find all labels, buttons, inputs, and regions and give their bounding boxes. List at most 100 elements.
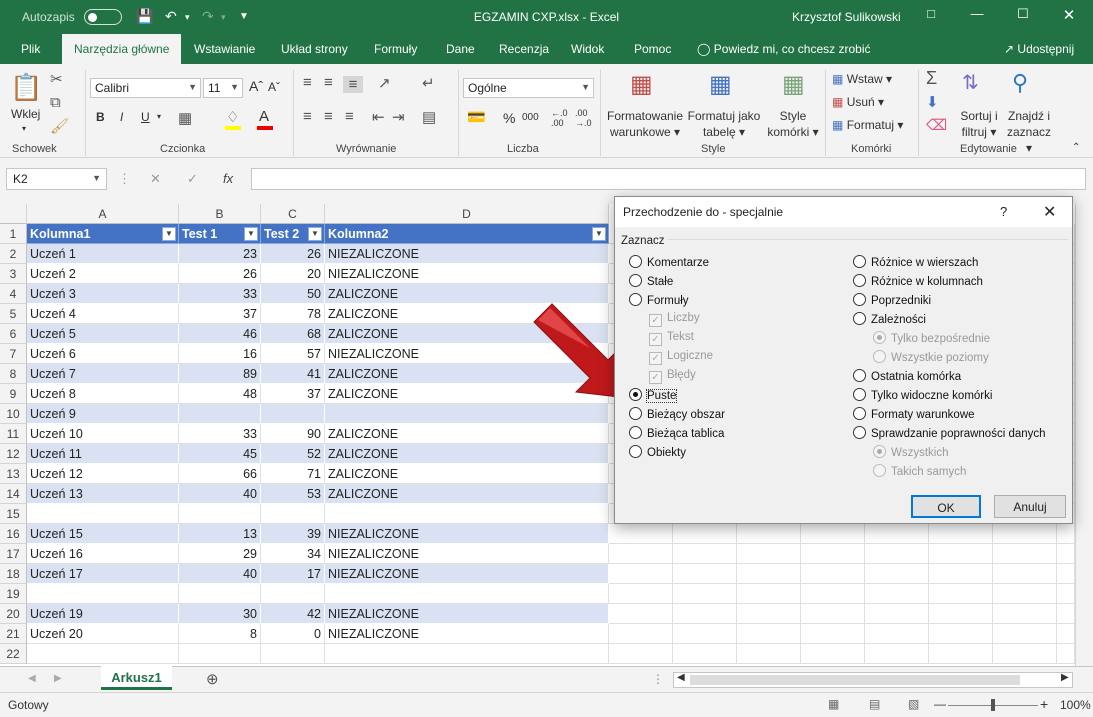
- row-header[interactable]: 3: [0, 264, 27, 284]
- table-cell[interactable]: NIEZALICZONE: [325, 264, 609, 284]
- row-header[interactable]: 4: [0, 284, 27, 304]
- wrap-text-icon[interactable]: ↵: [422, 74, 435, 92]
- clear-icon[interactable]: ⌫: [926, 116, 947, 134]
- table-cell[interactable]: NIEZALICZONE: [325, 244, 609, 264]
- empty-cell[interactable]: [1057, 644, 1075, 664]
- sheet-tab-arkusz1[interactable]: Arkusz1: [101, 666, 172, 690]
- percent-button[interactable]: %: [503, 110, 515, 126]
- cut-icon[interactable]: ✂: [50, 70, 63, 88]
- empty-cell[interactable]: [993, 544, 1057, 564]
- vertical-scrollbar[interactable]: [1075, 204, 1093, 666]
- row-header[interactable]: 9: [0, 384, 27, 404]
- empty-cell[interactable]: [929, 644, 993, 664]
- radio-stałe[interactable]: Stałe: [629, 274, 673, 288]
- empty-cell[interactable]: [929, 624, 993, 644]
- table-cell[interactable]: NIEZALICZONE: [325, 624, 609, 644]
- font-name-select[interactable]: Calibri ▼: [90, 78, 201, 98]
- align-right-icon[interactable]: ≡: [345, 108, 354, 125]
- row-header[interactable]: 20: [0, 604, 27, 624]
- confirm-entry-icon[interactable]: ✓: [187, 171, 198, 187]
- table-cell[interactable]: [261, 584, 325, 604]
- table-cell[interactable]: 45: [179, 444, 261, 464]
- format-painter-icon[interactable]: 🖌: [50, 117, 69, 135]
- table-cell[interactable]: [261, 404, 325, 424]
- empty-cell[interactable]: [801, 604, 865, 624]
- italic-button[interactable]: I: [120, 110, 123, 124]
- align-left-icon[interactable]: ≡: [303, 108, 312, 125]
- table-cell[interactable]: 40: [179, 564, 261, 584]
- row-header[interactable]: 2: [0, 244, 27, 264]
- grow-font-icon[interactable]: Aˆ: [249, 78, 263, 94]
- table-cell[interactable]: Uczeń 9: [27, 404, 179, 424]
- table-cell[interactable]: 33: [179, 424, 261, 444]
- increase-indent-icon[interactable]: ⇥: [392, 108, 405, 126]
- table-cell[interactable]: NIEZALICZONE: [325, 524, 609, 544]
- table-cell[interactable]: 48: [179, 384, 261, 404]
- shrink-font-icon[interactable]: Aˇ: [268, 80, 280, 94]
- table-cell[interactable]: 8: [179, 624, 261, 644]
- tab-help[interactable]: Pomoc: [634, 42, 671, 56]
- row-header[interactable]: 8: [0, 364, 27, 384]
- row-header[interactable]: 11: [0, 424, 27, 444]
- empty-cell[interactable]: [673, 544, 737, 564]
- table-cell[interactable]: ZALICZONE: [325, 424, 609, 444]
- table-cell[interactable]: 20: [261, 264, 325, 284]
- underline-dropdown-icon[interactable]: ▾: [157, 112, 161, 121]
- help-icon[interactable]: ?: [1000, 204, 1007, 219]
- cancel-button[interactable]: Anuluj: [994, 495, 1066, 518]
- column-header[interactable]: D: [325, 204, 609, 224]
- table-cell[interactable]: 34: [261, 544, 325, 564]
- empty-cell[interactable]: [865, 544, 929, 564]
- table-cell[interactable]: 40: [179, 484, 261, 504]
- table-cell[interactable]: 90: [261, 424, 325, 444]
- zoom-slider-thumb[interactable]: [991, 699, 995, 711]
- table-cell[interactable]: 50: [261, 284, 325, 304]
- empty-cell[interactable]: [737, 644, 801, 664]
- empty-cell[interactable]: [609, 604, 673, 624]
- empty-cell[interactable]: [1057, 604, 1075, 624]
- share-button[interactable]: ↗ Udostępnij: [1004, 42, 1074, 56]
- format-cells-button[interactable]: ▦ Formatuj ▾: [832, 118, 903, 132]
- select-all-corner[interactable]: [0, 204, 27, 224]
- paste-dropdown-icon[interactable]: ▾: [22, 124, 26, 133]
- empty-cell[interactable]: [801, 524, 865, 544]
- table-cell[interactable]: Uczeń 16: [27, 544, 179, 564]
- table-cell[interactable]: [325, 584, 609, 604]
- add-sheet-icon[interactable]: ⊕: [206, 670, 219, 688]
- empty-cell[interactable]: [993, 524, 1057, 544]
- table-cell[interactable]: Uczeń 10: [27, 424, 179, 444]
- table-cell[interactable]: [179, 504, 261, 524]
- radio-formuły[interactable]: Formuły: [629, 293, 689, 307]
- table-cell[interactable]: NIEZALICZONE: [325, 604, 609, 624]
- empty-cell[interactable]: [929, 604, 993, 624]
- empty-cell[interactable]: [609, 644, 673, 664]
- align-bottom-icon[interactable]: ≡: [343, 76, 363, 93]
- filter-dropdown-icon[interactable]: ▼: [244, 227, 258, 241]
- empty-cell[interactable]: [609, 544, 673, 564]
- paste-button[interactable]: Wklej: [11, 107, 40, 121]
- increase-decimal-icon[interactable]: ←.0.00: [551, 108, 568, 128]
- table-cell[interactable]: [27, 644, 179, 664]
- row-header[interactable]: 19: [0, 584, 27, 604]
- empty-cell[interactable]: [929, 544, 993, 564]
- empty-cell[interactable]: [929, 524, 993, 544]
- table-cell[interactable]: 13: [179, 524, 261, 544]
- table-cell[interactable]: Uczeń 15: [27, 524, 179, 544]
- scroll-left-icon[interactable]: ◀: [677, 672, 685, 683]
- radio-bieżąca-tablica[interactable]: Bieżąca tablica: [629, 426, 724, 440]
- table-cell[interactable]: NIEZALICZONE: [325, 544, 609, 564]
- empty-cell[interactable]: [865, 524, 929, 544]
- tab-page-layout[interactable]: Układ strony: [281, 42, 348, 56]
- orientation-icon[interactable]: ↗: [378, 74, 391, 92]
- empty-cell[interactable]: [609, 524, 673, 544]
- table-cell[interactable]: [27, 504, 179, 524]
- align-middle-icon[interactable]: ≡: [324, 74, 333, 91]
- table-cell[interactable]: 57: [261, 344, 325, 364]
- table-cell[interactable]: 37: [179, 304, 261, 324]
- empty-cell[interactable]: [801, 564, 865, 584]
- row-header[interactable]: 22: [0, 644, 27, 664]
- empty-cell[interactable]: [673, 564, 737, 584]
- insert-function-icon[interactable]: fx: [223, 171, 233, 186]
- table-cell[interactable]: 37: [261, 384, 325, 404]
- row-header[interactable]: 1: [0, 224, 27, 244]
